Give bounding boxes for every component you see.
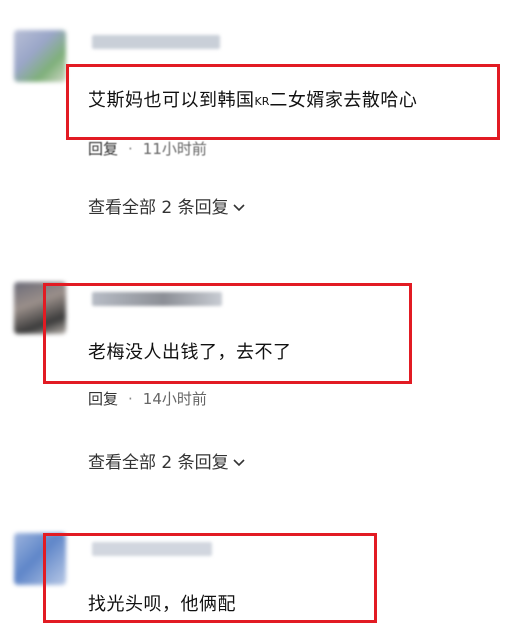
username-blurred[interactable] [92, 292, 222, 306]
comment-meta: 回复 · 14小时前 [88, 388, 207, 409]
comment-text-part: 二女婿家去散哈心 [269, 90, 418, 111]
separator-dot: · [128, 140, 133, 158]
comment-text: 艾斯妈也可以到韩国KR二女婿家去散哈心 [88, 86, 417, 112]
view-all-replies-label: 查看全部 2 条回复 [88, 198, 229, 218]
avatar[interactable] [14, 30, 66, 82]
view-all-replies-button[interactable]: 查看全部 2 条回复 [88, 193, 245, 218]
timestamp: 14小时前 [142, 390, 207, 408]
comment-text-small: KR [254, 95, 270, 108]
reply-button[interactable]: 回复 [88, 140, 118, 158]
view-all-replies-label: 查看全部 2 条回复 [88, 453, 229, 473]
comment-text-part: 艾斯妈也可以到韩国 [88, 90, 255, 111]
separator-dot: · [128, 390, 133, 408]
view-all-replies-button[interactable]: 查看全部 2 条回复 [88, 448, 245, 473]
comment-text: 找光头呗，他俩配 [88, 594, 236, 615]
username-blurred[interactable] [92, 542, 212, 556]
chevron-down-icon [233, 459, 245, 467]
chevron-down-icon [233, 204, 245, 212]
username-blurred[interactable] [92, 35, 220, 49]
avatar[interactable] [14, 533, 66, 585]
timestamp: 11小时前 [142, 140, 207, 158]
comment-meta: 回复 · 11小时前 [88, 138, 207, 159]
comment-text: 老梅没人出钱了，去不了 [88, 342, 292, 363]
reply-button[interactable]: 回复 [88, 390, 118, 408]
avatar[interactable] [14, 282, 66, 334]
